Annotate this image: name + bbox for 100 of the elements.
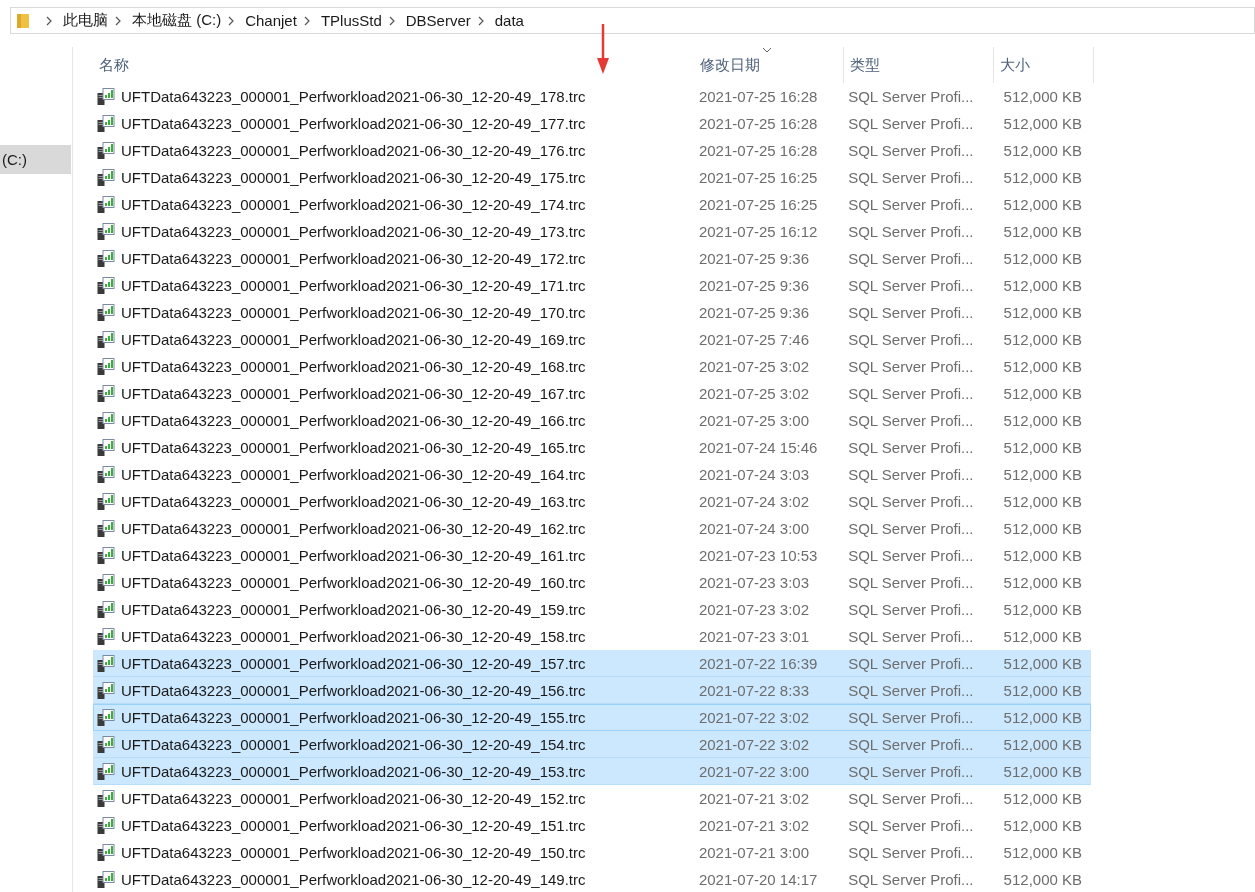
column-header[interactable]: 名称 xyxy=(93,47,694,83)
file-name: UFTData643223_000001_Perfworkload2021-06-30_12-20-49_151.trc xyxy=(121,817,586,834)
file-size: 512,000 KB xyxy=(1002,871,1083,888)
file-type: SQL Server Profi... xyxy=(847,871,975,888)
file-row[interactable]: UFTData643223_000001_Perfworkload2021-06-30_12-20-49_154.trc 2021-07-22 3:02 SQL Server Profi... 512,000 KB xyxy=(93,731,1091,758)
sidebar-item[interactable]: (C:) xyxy=(0,145,71,174)
file-name: UFTData643223_000001_Perfworkload2021-06-30_12-20-49_174.trc xyxy=(121,196,586,213)
file-type: SQL Server Profi... xyxy=(847,277,975,294)
file-size: 512,000 KB xyxy=(1002,385,1083,402)
file-size: 512,000 KB xyxy=(1002,709,1083,726)
file-row[interactable]: UFTData643223_000001_Perfworkload2021-06-30_12-20-49_161.trc 2021-07-23 10:53 SQL Server Profi... 512,000 KB xyxy=(93,542,1091,569)
file-size: 512,000 KB xyxy=(1002,655,1083,672)
trace-file-icon xyxy=(97,492,115,511)
file-type: SQL Server Profi... xyxy=(847,439,975,456)
file-type: SQL Server Profi... xyxy=(847,547,975,564)
file-type: SQL Server Profi... xyxy=(847,142,975,159)
file-row[interactable]: UFTData643223_000001_Perfworkload2021-06-30_12-20-49_151.trc 2021-07-21 3:02 SQL Server Profi... 512,000 KB xyxy=(93,812,1091,839)
modified-date: 2021-07-24 3:00 xyxy=(697,520,810,537)
breadcrumb-item[interactable]: Chanjet xyxy=(245,12,297,29)
file-name: UFTData643223_000001_Perfworkload2021-06-30_12-20-49_154.trc xyxy=(121,736,586,753)
modified-date: 2021-07-23 3:03 xyxy=(697,574,810,591)
file-row[interactable]: UFTData643223_000001_Perfworkload2021-06-30_12-20-49_171.trc 2021-07-25 9:36 SQL Server Profi... 512,000 KB xyxy=(93,272,1091,299)
file-row[interactable]: UFTData643223_000001_Perfworkload2021-06-30_12-20-49_159.trc 2021-07-23 3:02 SQL Server Profi... 512,000 KB xyxy=(93,596,1091,623)
file-row[interactable]: UFTData643223_000001_Perfworkload2021-06-30_12-20-49_164.trc 2021-07-24 3:03 SQL Server Profi... 512,000 KB xyxy=(93,461,1091,488)
address-bar[interactable]: 此电脑 本地磁盘 (C:) Chanjet TPlusStd DBServer data xyxy=(10,7,1255,34)
file-size: 512,000 KB xyxy=(1002,142,1083,159)
file-row[interactable]: UFTData643223_000001_Perfworkload2021-06-30_12-20-49_152.trc 2021-07-21 3:02 SQL Server Profi... 512,000 KB xyxy=(93,785,1091,812)
file-row[interactable]: UFTData643223_000001_Perfworkload2021-06-30_12-20-49_168.trc 2021-07-25 3:02 SQL Server Profi... 512,000 KB xyxy=(93,353,1091,380)
file-name: UFTData643223_000001_Perfworkload2021-06-30_12-20-49_152.trc xyxy=(121,790,586,807)
modified-date: 2021-07-21 3:02 xyxy=(697,790,810,807)
file-row[interactable]: UFTData643223_000001_Perfworkload2021-06-30_12-20-49_167.trc 2021-07-25 3:02 SQL Server Profi... 512,000 KB xyxy=(93,380,1091,407)
file-size: 512,000 KB xyxy=(1002,682,1083,699)
modified-date: 2021-07-24 3:03 xyxy=(697,466,810,483)
modified-date: 2021-07-21 3:00 xyxy=(697,844,810,861)
chevron-icon[interactable] xyxy=(114,15,122,26)
chevron-icon[interactable] xyxy=(227,15,236,26)
file-name: UFTData643223_000001_Perfworkload2021-06-30_12-20-49_149.trc xyxy=(121,871,586,888)
file-row[interactable]: UFTData643223_000001_Perfworkload2021-06-30_12-20-49_162.trc 2021-07-24 3:00 SQL Server Profi... 512,000 KB xyxy=(93,515,1091,542)
chevron-icon[interactable] xyxy=(387,15,396,26)
file-row[interactable]: UFTData643223_000001_Perfworkload2021-06-30_12-20-49_177.trc 2021-07-25 16:28 SQL Server Profi... 512,000 KB xyxy=(93,110,1091,137)
file-name: UFTData643223_000001_Perfworkload2021-06-30_12-20-49_165.trc xyxy=(121,439,586,456)
breadcrumb-item[interactable]: data xyxy=(494,12,524,29)
chevron-icon[interactable] xyxy=(302,15,311,26)
file-name: UFTData643223_000001_Perfworkload2021-06-30_12-20-49_167.trc xyxy=(121,385,586,402)
file-row[interactable]: UFTData643223_000001_Perfworkload2021-06-30_12-20-49_165.trc 2021-07-24 15:46 SQL Server Profi... 512,000 KB xyxy=(93,434,1091,461)
file-row[interactable]: UFTData643223_000001_Perfworkload2021-06-30_12-20-49_157.trc 2021-07-22 16:39 SQL Server Profi... 512,000 KB xyxy=(93,650,1091,677)
column-header[interactable]: 修改日期 xyxy=(694,47,844,83)
file-type: SQL Server Profi... xyxy=(847,304,975,321)
file-type: SQL Server Profi... xyxy=(847,520,975,537)
modified-date: 2021-07-25 16:28 xyxy=(697,88,819,105)
file-type: SQL Server Profi... xyxy=(847,196,975,213)
file-row[interactable]: UFTData643223_000001_Perfworkload2021-06-30_12-20-49_176.trc 2021-07-25 16:28 SQL Server Profi... 512,000 KB xyxy=(93,137,1091,164)
file-row[interactable]: UFTData643223_000001_Perfworkload2021-06-30_12-20-49_169.trc 2021-07-25 7:46 SQL Server Profi... 512,000 KB xyxy=(93,326,1091,353)
modified-date: 2021-07-22 16:39 xyxy=(697,655,819,672)
file-row[interactable]: UFTData643223_000001_Perfworkload2021-06-30_12-20-49_174.trc 2021-07-25 16:25 SQL Server Profi... 512,000 KB xyxy=(93,191,1091,218)
modified-date: 2021-07-25 3:02 xyxy=(697,358,810,375)
modified-date: 2021-07-25 16:25 xyxy=(697,196,819,213)
file-name: UFTData643223_000001_Perfworkload2021-06-30_12-20-49_162.trc xyxy=(121,520,586,537)
file-row[interactable]: UFTData643223_000001_Perfworkload2021-06-30_12-20-49_160.trc 2021-07-23 3:03 SQL Server Profi... 512,000 KB xyxy=(93,569,1091,596)
trace-file-icon xyxy=(97,546,115,565)
column-header[interactable]: 大小 xyxy=(994,47,1094,83)
file-name: UFTData643223_000001_Perfworkload2021-06-30_12-20-49_173.trc xyxy=(121,223,586,240)
file-name: UFTData643223_000001_Perfworkload2021-06-30_12-20-49_160.trc xyxy=(121,574,586,591)
file-row[interactable]: UFTData643223_000001_Perfworkload2021-06-30_12-20-49_155.trc 2021-07-22 3:02 SQL Server Profi... 512,000 KB xyxy=(93,704,1091,731)
breadcrumb-item[interactable]: DBServer xyxy=(405,12,471,29)
file-type: SQL Server Profi... xyxy=(847,331,975,348)
trace-file-icon xyxy=(97,519,115,538)
modified-date: 2021-07-25 9:36 xyxy=(697,277,810,294)
breadcrumb-item[interactable]: TPlusStd xyxy=(320,12,382,29)
file-row[interactable]: UFTData643223_000001_Perfworkload2021-06-30_12-20-49_166.trc 2021-07-25 3:00 SQL Server Profi... 512,000 KB xyxy=(93,407,1091,434)
file-row[interactable]: UFTData643223_000001_Perfworkload2021-06-30_12-20-49_153.trc 2021-07-22 3:00 SQL Server Profi... 512,000 KB xyxy=(93,758,1091,785)
modified-date: 2021-07-25 16:28 xyxy=(697,142,819,159)
file-name: UFTData643223_000001_Perfworkload2021-06-30_12-20-49_163.trc xyxy=(121,493,586,510)
file-size: 512,000 KB xyxy=(1002,331,1083,348)
trace-file-icon xyxy=(97,249,115,268)
file-row[interactable]: UFTData643223_000001_Perfworkload2021-06-30_12-20-49_173.trc 2021-07-25 16:12 SQL Server Profi... 512,000 KB xyxy=(93,218,1091,245)
chevron-icon[interactable] xyxy=(45,15,53,26)
file-type: SQL Server Profi... xyxy=(847,763,975,780)
file-row[interactable]: UFTData643223_000001_Perfworkload2021-06-30_12-20-49_149.trc 2021-07-20 14:17 SQL Server Profi... 512,000 KB xyxy=(93,866,1091,892)
file-row[interactable]: UFTData643223_000001_Perfworkload2021-06-30_12-20-49_178.trc 2021-07-25 16:28 SQL Server Profi... 512,000 KB xyxy=(93,83,1091,110)
column-header[interactable]: 类型 xyxy=(844,47,994,83)
file-row[interactable]: UFTData643223_000001_Perfworkload2021-06-30_12-20-49_163.trc 2021-07-24 3:02 SQL Server Profi... 512,000 KB xyxy=(93,488,1091,515)
trace-file-icon xyxy=(97,627,115,646)
file-type: SQL Server Profi... xyxy=(847,844,975,861)
file-row[interactable]: UFTData643223_000001_Perfworkload2021-06-30_12-20-49_158.trc 2021-07-23 3:01 SQL Server Profi... 512,000 KB xyxy=(93,623,1091,650)
file-name: UFTData643223_000001_Perfworkload2021-06-30_12-20-49_166.trc xyxy=(121,412,586,429)
file-row[interactable]: UFTData643223_000001_Perfworkload2021-06-30_12-20-49_150.trc 2021-07-21 3:00 SQL Server Profi... 512,000 KB xyxy=(93,839,1091,866)
file-size: 512,000 KB xyxy=(1002,736,1083,753)
breadcrumb-item[interactable]: 本地磁盘 (C:) xyxy=(132,11,222,30)
chevron-icon[interactable] xyxy=(476,15,485,26)
file-row[interactable]: UFTData643223_000001_Perfworkload2021-06-30_12-20-49_156.trc 2021-07-22 8:33 SQL Server Profi... 512,000 KB xyxy=(93,677,1091,704)
modified-date: 2021-07-23 3:02 xyxy=(697,601,810,618)
breadcrumb-item[interactable]: 此电脑 xyxy=(63,11,108,30)
file-row[interactable]: UFTData643223_000001_Perfworkload2021-06-30_12-20-49_170.trc 2021-07-25 9:36 SQL Server Profi... 512,000 KB xyxy=(93,299,1091,326)
file-name: UFTData643223_000001_Perfworkload2021-06-30_12-20-49_155.trc xyxy=(121,709,586,726)
file-size: 512,000 KB xyxy=(1002,520,1083,537)
file-size: 512,000 KB xyxy=(1002,493,1083,510)
file-row[interactable]: UFTData643223_000001_Perfworkload2021-06-30_12-20-49_175.trc 2021-07-25 16:25 SQL Server Profi... 512,000 KB xyxy=(93,164,1091,191)
file-row[interactable]: UFTData643223_000001_Perfworkload2021-06-30_12-20-49_172.trc 2021-07-25 9:36 SQL Server Profi... 512,000 KB xyxy=(93,245,1091,272)
file-type: SQL Server Profi... xyxy=(847,709,975,726)
